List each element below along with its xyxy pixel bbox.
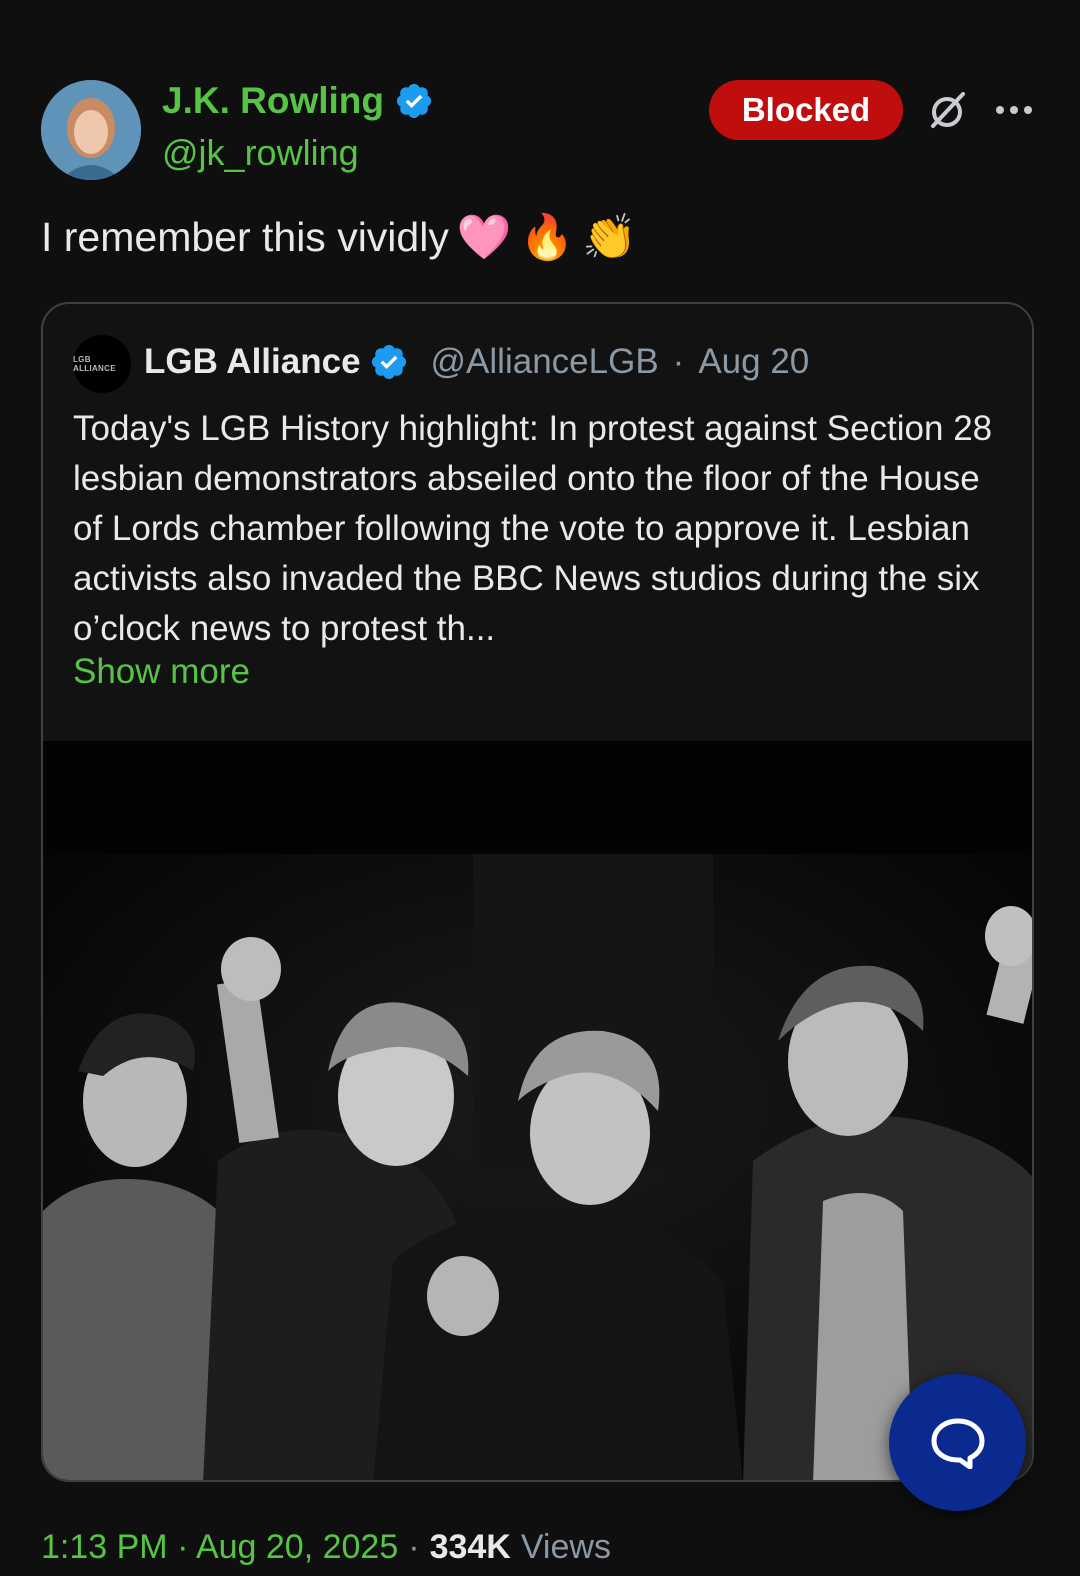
show-more-link[interactable]: Show more xyxy=(73,652,250,692)
quote-author-avatar[interactable]: LGB ALLIANCE xyxy=(73,335,131,393)
tweet-text-content: I remember this vividly xyxy=(41,214,449,260)
tweet-text: I remember this vividly 🩷 🔥 👏 xyxy=(41,214,637,261)
author-name[interactable]: J.K. Rowling xyxy=(162,80,384,122)
clapping-hands-emoji: 👏 xyxy=(582,212,638,262)
blocked-button[interactable]: Blocked xyxy=(709,80,903,140)
reply-bubble-icon xyxy=(931,1418,984,1469)
author-name-row[interactable]: J.K. Rowling xyxy=(162,80,434,122)
views-label: Views xyxy=(520,1528,611,1566)
quote-photo[interactable] xyxy=(43,741,1032,1480)
purple-heart-emoji: 🩷 xyxy=(456,212,512,262)
quote-date[interactable]: Aug 20 xyxy=(698,342,809,382)
author-handle[interactable]: @jk_rowling xyxy=(162,132,359,174)
views-count: 334K xyxy=(429,1528,511,1566)
quote-author-handle[interactable]: @AllianceLGB xyxy=(431,342,659,382)
quote-date-separator: · xyxy=(672,342,685,381)
grok-icon[interactable] xyxy=(925,88,969,132)
quote-body-text: Today's LGB History highlight: In protes… xyxy=(73,409,993,648)
quote-avatar-logo: LGB ALLIANCE xyxy=(73,355,116,373)
reply-fab-button[interactable] xyxy=(889,1374,1026,1511)
quote-author-row: LGB Alliance @AllianceLGB · Aug 20 xyxy=(144,342,809,382)
author-avatar[interactable] xyxy=(41,80,141,180)
bottom-edge xyxy=(0,1566,1080,1576)
verified-badge-icon xyxy=(371,344,406,380)
fire-emoji: 🔥 xyxy=(519,212,575,262)
quote-author-name[interactable]: LGB Alliance xyxy=(144,342,361,382)
quoted-tweet-card[interactable]: LGB ALLIANCE LGB Alliance @AllianceLGB ·… xyxy=(41,302,1034,1482)
verified-badge-icon xyxy=(396,83,432,119)
tweet-metadata: 1:13 PM · Aug 20, 2025 · 334K Views xyxy=(41,1528,611,1567)
views-separator: · xyxy=(408,1528,420,1566)
tweet-timestamp[interactable]: 1:13 PM · Aug 20, 2025 xyxy=(41,1528,398,1567)
more-options-icon[interactable] xyxy=(994,96,1034,124)
